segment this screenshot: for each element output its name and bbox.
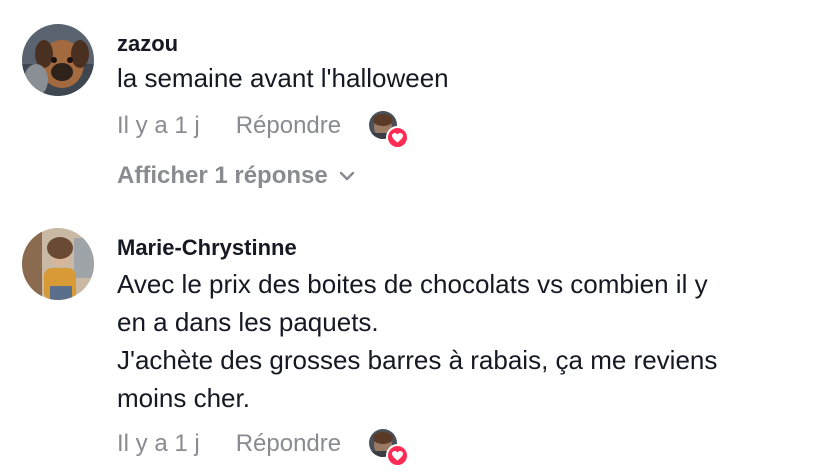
reply-button[interactable]: Répondre	[236, 430, 341, 458]
chevron-down-icon	[339, 171, 354, 181]
comment-text: Avec le prix des boites de chocolats vs …	[117, 265, 807, 417]
comment-meta: Il y a 1 j Répondre	[117, 427, 410, 467]
creator-liked-badge	[369, 111, 410, 149]
comment-timestamp: Il y a 1 j	[117, 430, 200, 457]
comment-text: la semaine avant l'halloween	[117, 59, 807, 97]
comment-text-line: Avec le prix des boites de chocolats vs …	[117, 269, 708, 299]
comment-meta: Il y a 1 j Répondre	[117, 109, 410, 149]
comment-timestamp: Il y a 1 j	[117, 112, 200, 139]
heart-icon	[386, 126, 410, 149]
comment-text-line: la semaine avant l'halloween	[117, 63, 449, 93]
comment-text-line: J'achète des grosses barres à rabais, ça…	[117, 345, 718, 375]
comment-username[interactable]: Marie-Chrystinne	[117, 235, 297, 261]
creator-liked-badge	[369, 429, 410, 467]
comment-text-line: en a dans les paquets.	[117, 307, 379, 337]
show-replies-button[interactable]: Afficher 1 réponse	[117, 159, 356, 193]
heart-icon	[386, 444, 410, 467]
avatar[interactable]	[22, 228, 94, 300]
comment-text-line: moins cher.	[117, 383, 250, 413]
comment-username[interactable]: zazou	[117, 31, 178, 57]
show-replies-label: Afficher 1 réponse	[117, 162, 328, 189]
avatar[interactable]	[22, 24, 94, 96]
reply-button[interactable]: Répondre	[236, 112, 341, 140]
